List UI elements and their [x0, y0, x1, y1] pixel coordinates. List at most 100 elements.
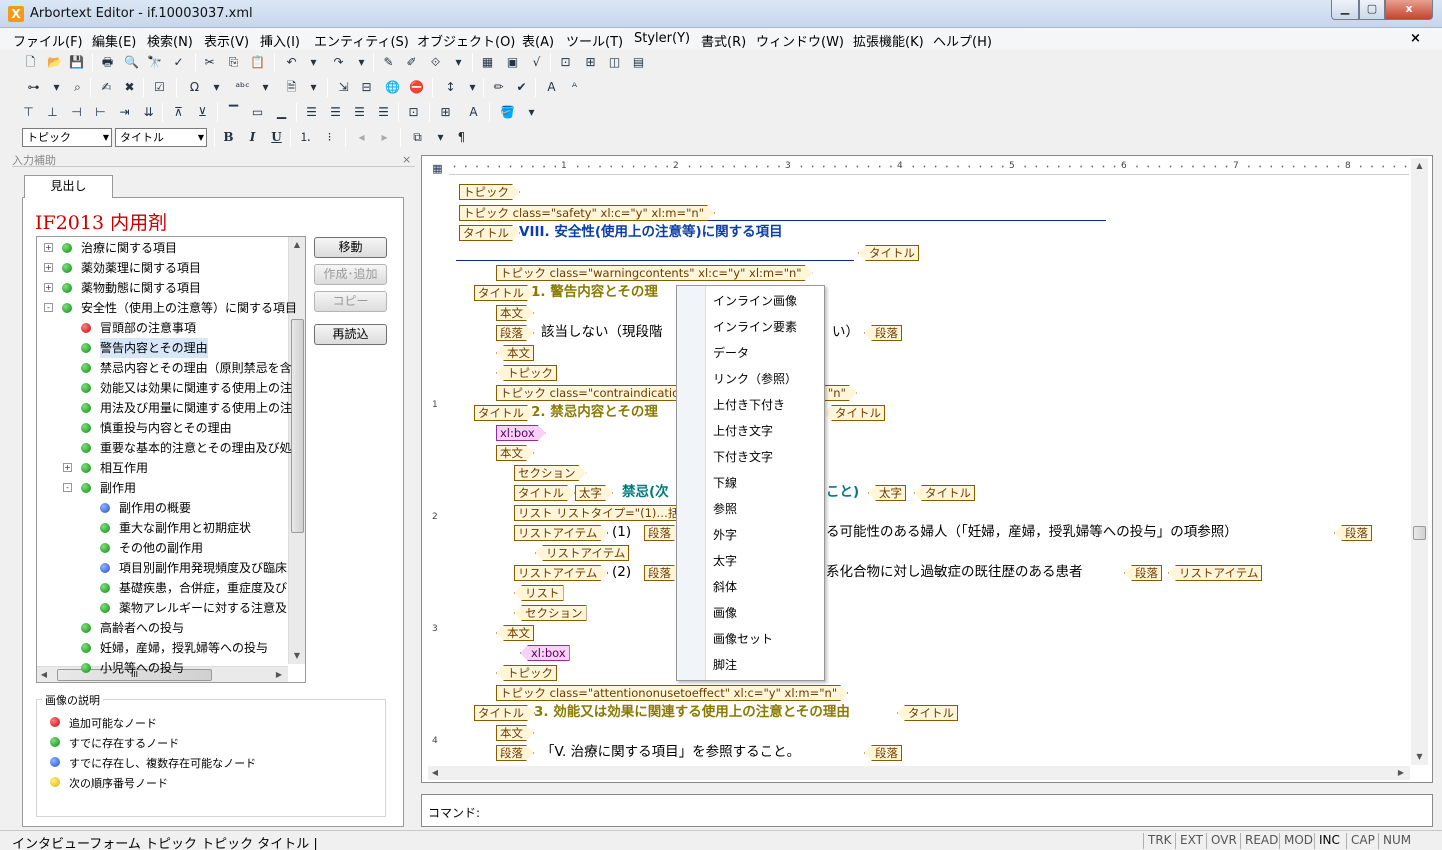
tree-node[interactable]: 重要な基本的注意とその理由及び処 [37, 438, 292, 458]
tag-topic-safety-start[interactable]: トピック class="safety" xl:c="y" xl:m="n" [459, 205, 715, 221]
font-size-increase-icon[interactable]: A [543, 79, 560, 96]
validate-icon[interactable]: ☑ [151, 79, 168, 96]
context-menu-item[interactable]: 下線 [713, 472, 737, 494]
tree-node[interactable]: 用法及び用量に関連する使用上の注 [37, 398, 292, 418]
special-character-icon[interactable]: Ω [186, 79, 203, 96]
menu-item[interactable]: Styler(Y) [634, 31, 690, 46]
fill-color-icon[interactable]: 🪣 [499, 104, 516, 121]
tree-node[interactable]: 禁忌内容とその理由（原則禁忌を含 [37, 358, 292, 378]
delete-markup-icon[interactable]: ✖ [121, 79, 138, 96]
table-align-top-icon[interactable]: ⊼ [170, 104, 187, 121]
change-markup-icon[interactable]: ✐ [403, 54, 420, 71]
tree-node[interactable]: 重大な副作用と初期症状 [37, 518, 287, 538]
cell-properties-icon[interactable]: ⊡ [405, 104, 422, 121]
tag-paragraph-end[interactable]: 段落 [864, 745, 902, 761]
context-menu-item[interactable]: 上付き文字 [713, 420, 773, 442]
tree-node[interactable]: 慎重投与内容とその理由 [37, 418, 287, 438]
menu-item[interactable]: 検索(N) [147, 31, 193, 50]
tag-list-start[interactable]: リスト リストタイプ="(1)…括 [514, 505, 690, 521]
change-tracking-icon[interactable]: ✏ [490, 79, 507, 96]
tag-paragraph-start[interactable]: 段落 [496, 745, 534, 761]
context-menu-item[interactable]: インライン画像 [713, 290, 797, 312]
paste-icon[interactable]: 📋 [249, 54, 266, 71]
tree-node[interactable]: + 薬物動態に関する項目 [37, 278, 287, 298]
preview-icon[interactable]: ⊡ [557, 54, 574, 71]
wrap-markup-icon[interactable]: ⟐ [427, 54, 444, 71]
command-line[interactable]: コマンド: [421, 794, 1433, 827]
tag-title-start[interactable]: タイトル [474, 405, 535, 421]
menu-item[interactable]: ツール(T) [566, 31, 623, 50]
indent-icon[interactable]: ▸ [376, 129, 393, 146]
tag-topic-end[interactable]: トピック [496, 365, 557, 381]
tag-body-start[interactable]: 本文 [496, 305, 534, 321]
menu-item[interactable]: ウィンドウ(W) [756, 31, 844, 50]
insert-markup-icon[interactable]: ✎ [380, 54, 397, 71]
tag-body-start[interactable]: 本文 [496, 725, 534, 741]
editor-vertical-scrollbar[interactable]: ▲ ▼ [1411, 158, 1428, 765]
menu-item[interactable]: オブジェクト(O) [417, 31, 515, 50]
table-insert-column-left-icon[interactable]: ⊣ [68, 104, 85, 121]
minimize-button[interactable]: ▁ [1331, 0, 1359, 20]
tag-topic-start[interactable]: トピック [459, 184, 520, 200]
expand-icon[interactable]: + [44, 283, 53, 292]
tag-view-dropdown-icon[interactable]: ▾ [48, 79, 65, 96]
tree-node[interactable]: 小児等への投与 [37, 658, 287, 678]
tag-title-start[interactable]: タイトル [474, 285, 535, 301]
tag-listitem-end[interactable]: リストアイテム [1168, 565, 1263, 581]
show-pilcrow-button[interactable]: ¶ [453, 129, 470, 146]
underline-button[interactable]: U [268, 129, 285, 146]
valign-center-icon[interactable]: ▭ [249, 104, 266, 121]
context-menu-item[interactable]: 太字 [713, 550, 737, 572]
bulleted-list-icon[interactable]: ⁝ [321, 129, 338, 146]
context-menu-item[interactable]: インライン要素 [713, 316, 797, 338]
spellcheck-icon[interactable]: ✓ [170, 54, 187, 71]
align-justify-icon[interactable]: ☰ [375, 104, 392, 121]
scroll-thumb[interactable] [291, 319, 304, 533]
context-menu-item[interactable]: 参照 [713, 498, 737, 520]
save-icon[interactable]: 💾 [68, 54, 85, 71]
tag-title-end[interactable]: タイトル [824, 405, 885, 421]
equation-icon[interactable]: √ [528, 54, 545, 71]
editor-horizontal-scrollbar[interactable]: ◀ ▶ [428, 766, 1410, 780]
move-button[interactable]: 移動 [314, 237, 387, 258]
tag-topic-attentiononusetoeffect-start[interactable]: トピック class="attentiononusetoeffect" xl:c… [496, 685, 848, 701]
trace-icon[interactable]: ⇲ [335, 79, 352, 96]
tag-title-end[interactable]: タイトル [914, 485, 975, 501]
font-size-decrease-icon[interactable]: ᴬ [566, 79, 583, 96]
context-menu-item[interactable]: リンク（参照） [713, 368, 797, 390]
tag-paragraph-start[interactable]: 段落 [496, 325, 534, 341]
italic-button[interactable]: I [244, 129, 261, 146]
tag-bold-start[interactable]: 太字 [575, 485, 613, 501]
panel-close-icon[interactable]: × [402, 153, 411, 166]
tag-topic-contraindication-start[interactable]: トピック class="contraindication [496, 385, 697, 401]
tag-search-icon[interactable]: ⌕ [69, 79, 86, 96]
tab-headings[interactable]: 見出し [24, 175, 113, 198]
compose-icon[interactable]: ⊞ [582, 54, 599, 71]
tag-listitem-start[interactable]: リストアイテム [514, 525, 608, 541]
tag-body-start[interactable]: 本文 [496, 445, 534, 461]
tree-node[interactable]: 効能又は効果に関連する使用上の注 [37, 378, 292, 398]
tree-node[interactable]: + 薬効薬理に関する項目 [37, 258, 287, 278]
tag-title-start[interactable]: タイトル [459, 225, 520, 241]
cut-icon[interactable]: ✂ [201, 54, 218, 71]
new-document-icon[interactable]: 🗋 [22, 54, 39, 71]
tree-node[interactable]: 項目別副作用発現頻度及び臨床 [37, 558, 287, 578]
tree-node[interactable]: - 副作用 [37, 478, 287, 498]
tree-node[interactable]: その他の副作用 [37, 538, 287, 558]
tag-xlbox-end[interactable]: xl:box [520, 645, 570, 661]
tag-title-end[interactable]: タイトル [897, 705, 958, 721]
tag-paragraph-end[interactable]: 段落 [1124, 565, 1162, 581]
table-align-middle-icon[interactable]: ⊻ [194, 104, 211, 121]
tag-list-end[interactable]: リスト [514, 585, 564, 601]
table-rules-icon[interactable]: ⊞ [437, 104, 454, 121]
globe-icon[interactable]: 🌐 [384, 79, 401, 96]
line-spacing-dropdown-icon[interactable]: ▾ [464, 79, 481, 96]
align-left-icon[interactable]: ☰ [303, 104, 320, 121]
tag-listitem-end[interactable]: リストアイテム [535, 545, 630, 561]
scroll-up-icon[interactable]: ▲ [1411, 161, 1428, 170]
spelling-dropdown-icon[interactable]: ▾ [257, 79, 274, 96]
outdent-icon[interactable]: ◂ [353, 129, 370, 146]
tag-title-end[interactable]: タイトル [858, 245, 919, 261]
tag-section-end[interactable]: セクション [514, 605, 587, 621]
tree-node[interactable]: 高齢者への投与 [37, 618, 287, 638]
